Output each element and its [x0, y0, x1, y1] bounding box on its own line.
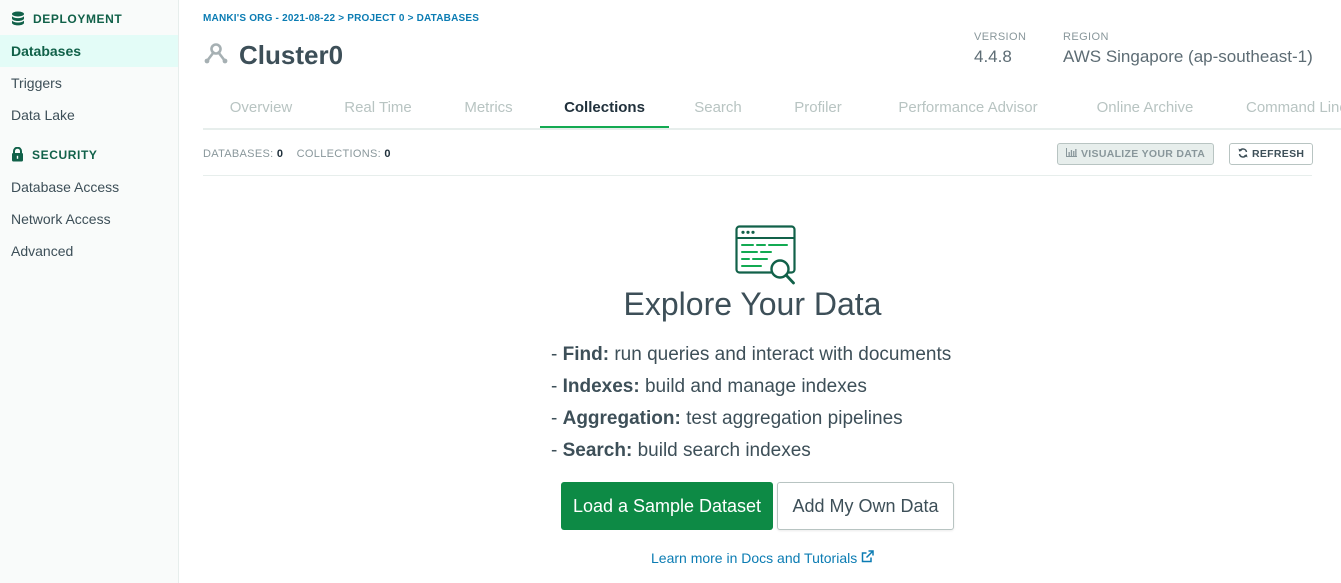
visualize-data-label: VISUALIZE YOUR DATA: [1081, 148, 1206, 160]
deployment-heading: DEPLOYMENT: [11, 11, 122, 26]
sidebar-item-triggers[interactable]: Triggers: [0, 67, 178, 99]
refresh-button[interactable]: REFRESH: [1229, 143, 1314, 165]
lock-icon: [11, 147, 24, 162]
breadcrumb[interactable]: MANKI'S ORG - 2021-08-22 > PROJECT 0 > D…: [203, 13, 479, 24]
cluster-tabs: Overview Real Time Metrics Collections S…: [203, 94, 1341, 130]
tab-online-archive[interactable]: Online Archive: [1067, 94, 1223, 126]
refresh-label: REFRESH: [1252, 148, 1305, 160]
deployment-heading-label: DEPLOYMENT: [33, 11, 123, 26]
sidebar-item-data-lake[interactable]: Data Lake: [0, 99, 178, 131]
feature-aggregation: - Aggregation: test aggregation pipeline…: [551, 408, 903, 429]
collections-count: 0: [384, 148, 391, 160]
feature-name: Search:: [562, 440, 633, 461]
explore-data-icon: [735, 225, 797, 292]
tab-collections[interactable]: Collections: [540, 94, 669, 128]
region-block: REGION AWS Singapore (ap-southeast-1): [1063, 31, 1313, 67]
databases-count: 0: [276, 148, 284, 160]
sidebar-item-databases[interactable]: Databases: [0, 35, 178, 67]
version-label: VERSION: [974, 31, 1027, 43]
namespace-counts: DATABASES: 0 COLLECTIONS: 0: [203, 148, 391, 160]
feature-desc: test aggregation pipelines: [686, 408, 903, 429]
tab-profiler[interactable]: Profiler: [767, 94, 869, 126]
feature-desc: run queries and interact with documents: [614, 344, 952, 365]
learn-more-link[interactable]: Learn more in Docs and Tutorials: [651, 550, 874, 566]
feature-desc: build search indexes: [637, 440, 811, 461]
load-sample-dataset-button[interactable]: Load a Sample Dataset: [561, 482, 773, 530]
collections-count-label: COLLECTIONS:: [296, 148, 381, 160]
databases-count-label: DATABASES:: [203, 148, 274, 160]
explore-heading-text: Explore Your Data: [623, 286, 882, 322]
feature-name: Find:: [562, 344, 610, 365]
sidebar-item-database-access[interactable]: Database Access: [0, 171, 178, 203]
version-block: VERSION 4.4.8: [974, 31, 1026, 67]
region-value: AWS Singapore (ap-southeast-1): [1063, 47, 1313, 66]
bar-chart-icon: [1066, 148, 1077, 160]
feature-find: - Find: run queries and interact with do…: [551, 344, 952, 365]
feature-name: Indexes:: [562, 376, 640, 397]
visualize-data-button[interactable]: VISUALIZE YOUR DATA: [1057, 143, 1215, 165]
page-title: Cluster0: [239, 40, 344, 70]
tab-search[interactable]: Search: [669, 94, 767, 126]
refresh-icon: [1238, 147, 1248, 161]
tab-overview[interactable]: Overview: [203, 94, 319, 126]
sidebar-item-network-access[interactable]: Network Access: [0, 203, 178, 235]
tab-command-line-tools[interactable]: Command Line Tools: [1246, 94, 1341, 126]
region-label: REGION: [1063, 31, 1109, 43]
cluster-icon: [203, 42, 229, 69]
feature-desc: build and manage indexes: [644, 376, 867, 397]
external-link-icon: [861, 550, 874, 566]
feature-list: - Find: run queries and interact with do…: [551, 344, 951, 472]
divider: [203, 175, 1312, 176]
security-heading-label: SECURITY: [32, 147, 98, 162]
database-icon: [11, 11, 25, 26]
tab-metrics[interactable]: Metrics: [437, 94, 540, 126]
add-own-data-button[interactable]: Add My Own Data: [777, 482, 954, 530]
tab-performance-advisor[interactable]: Performance Advisor: [869, 94, 1067, 126]
explore-heading: Explore Your Data: [0, 286, 1341, 323]
cluster-title-row: Cluster0: [203, 40, 343, 71]
learn-more-label: Learn more in Docs and Tutorials: [651, 550, 858, 566]
version-value: 4.4.8: [974, 47, 1012, 66]
feature-search: - Search: build search indexes: [551, 440, 811, 461]
sidebar-item-advanced[interactable]: Advanced: [0, 235, 178, 267]
security-heading: SECURITY: [11, 147, 97, 162]
tab-real-time[interactable]: Real Time: [319, 94, 437, 126]
feature-indexes: - Indexes: build and manage indexes: [551, 376, 867, 397]
feature-name: Aggregation:: [562, 408, 681, 429]
